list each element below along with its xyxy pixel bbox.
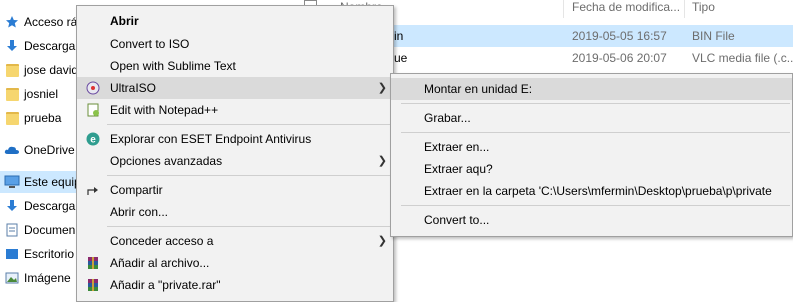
file-name: in bbox=[394, 29, 404, 43]
nav-item-quick-access[interactable]: Acceso ráp bbox=[0, 11, 80, 33]
winrar-icon bbox=[85, 255, 101, 271]
winrar-icon bbox=[85, 277, 101, 293]
nav-item-label: Descarga bbox=[24, 199, 76, 213]
menu-item-add-to-archive[interactable]: Añadir al archivo... bbox=[77, 252, 393, 274]
menu-item-mount-drive[interactable]: Montar en unidad E: bbox=[391, 78, 792, 100]
nav-item-label: josniel bbox=[24, 87, 59, 101]
nav-item-this-pc[interactable]: Este equip bbox=[0, 171, 80, 193]
column-divider[interactable] bbox=[563, 0, 564, 18]
nav-item-pictures[interactable]: Imágene bbox=[0, 267, 80, 289]
nav-item-label: Acceso ráp bbox=[24, 15, 80, 29]
menu-item-open-with-sublime[interactable]: Open with Sublime Text bbox=[77, 55, 393, 77]
star-icon bbox=[4, 14, 20, 30]
nav-item-onedrive[interactable]: OneDrive bbox=[0, 139, 80, 161]
menu-item-label: Conceder acceso a bbox=[110, 234, 214, 248]
menu-item-extract-here[interactable]: Extraer aqu? bbox=[391, 158, 792, 180]
nav-item-label: Escritorio bbox=[24, 247, 75, 261]
column-header-date[interactable]: Fecha de modifica... bbox=[572, 0, 680, 16]
menu-item-convert-to-iso[interactable]: Convert to ISO bbox=[77, 33, 393, 55]
ultraiso-submenu: Montar en unidad E: Grabar... Extraer en… bbox=[390, 73, 793, 237]
nav-item-label: jose david bbox=[24, 63, 79, 77]
documents-icon bbox=[4, 222, 20, 238]
file-type: BIN File bbox=[692, 29, 735, 43]
nav-item-folder-prueba[interactable]: prueba bbox=[0, 107, 80, 129]
menu-item-label: Añadir al archivo... bbox=[110, 256, 210, 270]
menu-item-label: Opciones avanzadas bbox=[110, 154, 223, 168]
menu-item-label: Extraer aqu? bbox=[424, 162, 493, 176]
menu-item-label: Montar en unidad E: bbox=[424, 82, 533, 96]
menu-item-label: Convert to... bbox=[424, 213, 490, 227]
navigation-pane: Acceso ráp Descarga jose david josniel p… bbox=[0, 0, 80, 295]
nav-item-label: Documen bbox=[24, 223, 76, 237]
nav-item-downloads[interactable]: Descarga bbox=[0, 35, 80, 57]
menu-item-label: Open with Sublime Text bbox=[110, 59, 236, 73]
menu-item-edit-with-notepad[interactable]: Edit with Notepad++ bbox=[77, 99, 393, 121]
menu-item-eset-scan[interactable]: e Explorar con ESET Endpoint Antivirus bbox=[77, 128, 393, 150]
menu-item-share[interactable]: Compartir bbox=[77, 179, 393, 201]
nav-item-label: Este equip bbox=[24, 175, 80, 189]
pictures-icon bbox=[4, 270, 20, 286]
context-menu: Abrir Convert to ISO Open with Sublime T… bbox=[76, 5, 394, 302]
ultraiso-icon bbox=[85, 80, 101, 96]
menu-item-label: Extraer en... bbox=[424, 140, 490, 154]
nav-item-downloads-pc[interactable]: Descarga bbox=[0, 195, 80, 217]
nav-item-desktop[interactable]: Escritorio bbox=[0, 243, 80, 265]
submenu-arrow-icon: ❯ bbox=[377, 155, 387, 167]
menu-item-label: Extraer en la carpeta 'C:\Users\mfermin\… bbox=[424, 184, 772, 198]
cloud-icon bbox=[4, 142, 20, 158]
menu-item-extract-to-folder[interactable]: Extraer en la carpeta 'C:\Users\mfermin\… bbox=[391, 180, 792, 202]
menu-separator bbox=[401, 103, 790, 104]
folder-icon bbox=[4, 86, 20, 102]
share-icon bbox=[85, 182, 101, 198]
menu-separator bbox=[401, 132, 790, 133]
download-arrow-icon bbox=[4, 198, 20, 214]
menu-item-add-to-private-rar[interactable]: Añadir a "private.rar" bbox=[77, 274, 393, 296]
menu-item-advanced-options[interactable]: Opciones avanzadas ❯ bbox=[77, 150, 393, 172]
menu-separator bbox=[107, 124, 391, 125]
notepad-plus-plus-icon bbox=[85, 102, 101, 118]
menu-item-grant-access[interactable]: Conceder acceso a ❯ bbox=[77, 230, 393, 252]
menu-item-open[interactable]: Abrir bbox=[77, 10, 393, 32]
file-type: VLC media file (.c... bbox=[692, 51, 793, 65]
menu-item-label: Compartir bbox=[110, 183, 163, 197]
menu-item-label: Convert to ISO bbox=[110, 37, 190, 51]
nav-item-folder-josniel[interactable]: josniel bbox=[0, 83, 80, 105]
file-name: ue bbox=[394, 51, 408, 65]
menu-item-label: UltraISO bbox=[110, 81, 157, 95]
menu-item-ultraiso[interactable]: UltraISO ❯ bbox=[77, 77, 393, 99]
nav-item-label: OneDrive bbox=[24, 143, 75, 157]
folder-icon bbox=[4, 110, 20, 126]
menu-separator bbox=[107, 226, 391, 227]
menu-item-convert-to[interactable]: Convert to... bbox=[391, 209, 792, 231]
column-header-type[interactable]: Tipo bbox=[692, 0, 715, 16]
nav-item-label: prueba bbox=[24, 111, 62, 125]
column-divider[interactable] bbox=[684, 0, 685, 18]
menu-item-extract-to[interactable]: Extraer en... bbox=[391, 136, 792, 158]
menu-item-label: Edit with Notepad++ bbox=[110, 103, 219, 117]
folder-icon bbox=[4, 62, 20, 78]
file-date: 2019-05-05 16:57 bbox=[572, 29, 667, 43]
file-date: 2019-05-06 20:07 bbox=[572, 51, 667, 65]
desktop-icon bbox=[4, 246, 20, 262]
nav-item-documents[interactable]: Documen bbox=[0, 219, 80, 241]
menu-item-label: Abrir bbox=[110, 14, 139, 28]
submenu-arrow-icon: ❯ bbox=[377, 82, 387, 94]
menu-separator bbox=[401, 205, 790, 206]
menu-item-open-with[interactable]: Abrir con... bbox=[77, 201, 393, 223]
menu-item-label: Abrir con... bbox=[110, 205, 169, 219]
nav-item-label: Descarga bbox=[24, 39, 76, 53]
submenu-arrow-icon: ❯ bbox=[377, 235, 387, 247]
nav-item-label: Imágene bbox=[24, 271, 71, 285]
menu-item-burn[interactable]: Grabar... bbox=[391, 107, 792, 129]
menu-separator bbox=[107, 175, 391, 176]
nav-item-folder-jose-david[interactable]: jose david bbox=[0, 59, 80, 81]
menu-item-label: Grabar... bbox=[424, 111, 471, 125]
download-arrow-icon bbox=[4, 38, 20, 54]
computer-icon bbox=[4, 174, 20, 190]
menu-item-label: Añadir a "private.rar" bbox=[110, 278, 221, 292]
menu-item-label: Explorar con ESET Endpoint Antivirus bbox=[110, 132, 312, 146]
svg-text:e: e bbox=[90, 135, 96, 146]
eset-icon: e bbox=[85, 131, 101, 147]
